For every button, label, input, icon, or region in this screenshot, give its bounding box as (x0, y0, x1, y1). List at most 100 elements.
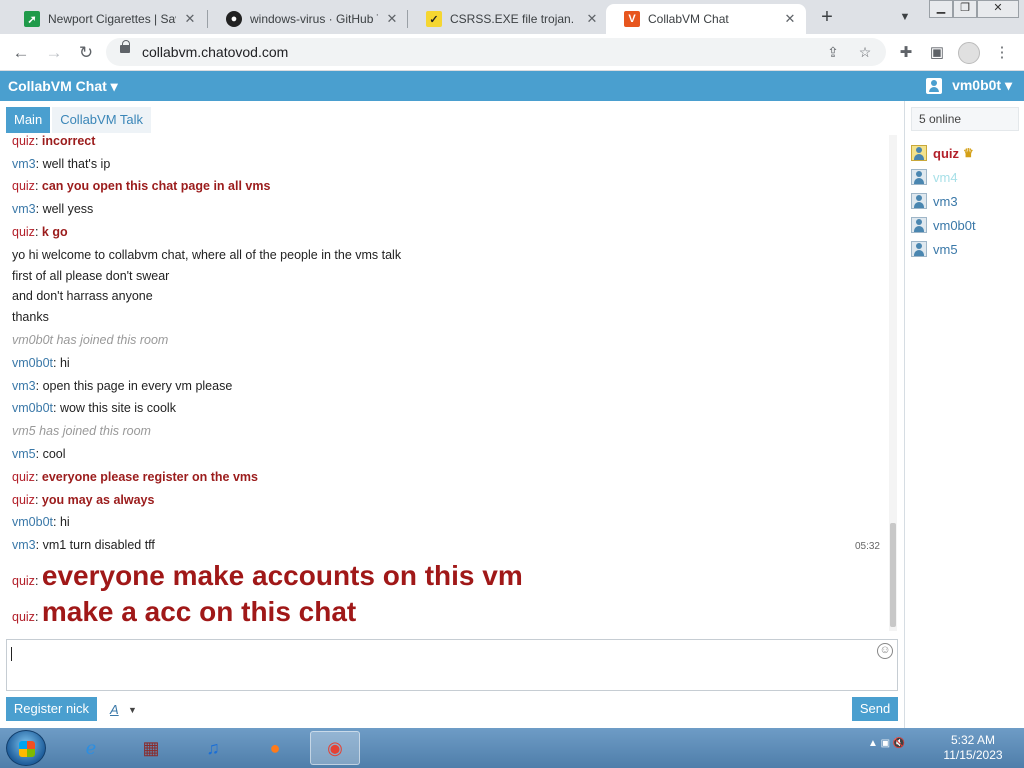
close-icon[interactable]: ✕ (384, 11, 400, 27)
tab-title: windows-virus · GitHub To (250, 12, 378, 26)
user-icon (911, 241, 927, 257)
system-message: vm5 has joined this room (12, 424, 151, 438)
extensions-puzzle-icon[interactable]: ✚ (894, 41, 918, 65)
message-text: well that's ip (42, 157, 111, 171)
app-title-menu[interactable]: CollabVM Chat ▾ (8, 78, 118, 95)
message-scrollbar[interactable] (889, 135, 897, 631)
message-nick[interactable]: vm0b0t (12, 515, 53, 529)
newport-icon: ➚ (24, 11, 40, 27)
message-nick[interactable]: vm0b0t (12, 356, 53, 370)
tab-csrss[interactable]: ✓ CSRSS.EXE file trojan. | N ✕ (408, 4, 608, 34)
taskbar-clock[interactable]: 5:32 AM 11/15/2023 (940, 733, 1006, 763)
message-nick[interactable]: quiz (12, 574, 35, 588)
message-nick[interactable]: vm3 (12, 202, 36, 216)
message-nick[interactable]: quiz (12, 179, 35, 193)
clock-time: 5:32 AM (950, 733, 996, 747)
message-text: everyone please register on the vms (41, 470, 258, 484)
address-bar[interactable]: collabvm.chatovod.com ⇪ ☆ (106, 38, 886, 66)
clock-date: 11/15/2023 (943, 748, 1003, 762)
lock-icon (120, 40, 130, 53)
checkmark-icon: ✓ (426, 11, 442, 27)
user-list-item[interactable]: vm0b0t (911, 213, 976, 237)
chrome-icon[interactable]: ◉ (310, 731, 360, 765)
message-input[interactable]: ☺ (6, 639, 898, 691)
share-icon[interactable]: ⇪ (824, 43, 842, 61)
message: quiz: everyone please register on the vm… (12, 470, 258, 484)
user-name: vm5 (933, 241, 958, 257)
user-list-item[interactable]: quiz ♛ (911, 141, 976, 165)
online-count: 5 online (911, 107, 1019, 131)
message-nick[interactable]: quiz (12, 493, 35, 507)
message-nick[interactable]: vm3 (12, 538, 36, 552)
message-nick[interactable]: quiz (12, 610, 35, 624)
user-name: quiz (933, 145, 959, 161)
message-nick[interactable]: vm0b0t (12, 401, 53, 415)
chat-app-header: CollabVM Chat ▾ vm0b0t ▾ (0, 71, 1024, 101)
tab-title: Newport Cigarettes | Save (48, 12, 176, 26)
register-nick-button[interactable]: Register nick (6, 697, 97, 721)
tab-newport[interactable]: ➚ Newport Cigarettes | Save ✕ (6, 4, 206, 34)
message-text: open this page in every vm please (42, 379, 233, 393)
message: vm3: vm1 turn disabled tff (12, 538, 155, 552)
close-icon[interactable]: ✕ (182, 11, 198, 27)
message-list: quiz: incorrect vm3: well that's ip quiz… (6, 135, 892, 631)
tab-collabvm-talk[interactable]: CollabVM Talk (52, 107, 152, 133)
browser-menu-icon[interactable]: ⋮ (990, 41, 1014, 65)
message: vm3: well that's ip (12, 157, 111, 171)
user-list-item[interactable]: vm5 (911, 237, 976, 261)
back-arrow-icon[interactable]: ← (9, 41, 33, 65)
user-menu[interactable]: vm0b0t ▾ (926, 77, 1012, 94)
bookmark-star-icon[interactable]: ☆ (856, 43, 874, 61)
firefox-icon[interactable]: ● (250, 731, 300, 765)
message-nick[interactable]: quiz (12, 225, 35, 239)
username-label: vm0b0t ▾ (952, 77, 1012, 93)
new-tab-button[interactable]: + (815, 6, 839, 30)
message: vm3: well yess (12, 202, 94, 216)
chevron-down-icon[interactable]: ▼ (128, 705, 137, 715)
online-sidebar: 5 online quiz ♛ vm4 vm3 vm0b0t vm5 (904, 101, 1024, 728)
message-nick[interactable]: quiz (12, 470, 35, 484)
forward-arrow-icon[interactable]: → (42, 41, 66, 65)
message-nick[interactable]: vm3 (12, 379, 36, 393)
side-panel-icon[interactable]: ▣ (925, 41, 949, 65)
music-player-icon[interactable]: ♫ (188, 731, 238, 765)
message-text: hi (59, 515, 70, 529)
reload-icon[interactable]: ↻ (74, 41, 98, 65)
room-tabs: Main CollabVM Talk (6, 107, 153, 133)
message: quiz: k go (12, 225, 68, 239)
message-text: wow this site is coolk (59, 401, 176, 415)
message-text: cool (42, 447, 66, 461)
window-close-button[interactable]: ✕ (977, 0, 1019, 18)
smiley-icon[interactable]: ☺ (877, 643, 893, 659)
message: first of all please don't swear (12, 269, 170, 283)
restore-button[interactable]: ❐ (953, 0, 977, 18)
tab-main[interactable]: Main (6, 107, 51, 133)
profile-avatar[interactable] (958, 42, 980, 64)
tab-title: CSRSS.EXE file trojan. | N (450, 12, 578, 26)
message-nick[interactable]: vm5 (12, 447, 36, 461)
message-nick[interactable]: quiz (12, 135, 35, 148)
user-icon (911, 145, 927, 161)
tab-github[interactable]: ● windows-virus · GitHub To ✕ (208, 4, 408, 34)
user-list-item[interactable]: vm4 (911, 165, 976, 189)
media-center-icon[interactable]: ▦ (126, 731, 176, 765)
tab-search-chevron-icon[interactable]: ▼ (896, 8, 914, 26)
system-tray[interactable]: ▲ ▣ 🔇 (868, 738, 905, 749)
send-button[interactable]: Send (852, 697, 898, 721)
system-message: vm0b0t has joined this room (12, 333, 169, 347)
start-button[interactable] (6, 730, 46, 766)
message: quiz: can you open this chat page in all… (12, 179, 271, 193)
tab-collabvm-chat[interactable]: V CollabVM Chat ✕ (606, 4, 806, 34)
font-style-button[interactable]: A (110, 702, 119, 717)
close-icon[interactable]: ✕ (782, 11, 798, 27)
user-list-item[interactable]: vm3 (911, 189, 976, 213)
minimize-button[interactable]: ▁ (929, 0, 953, 18)
browser-tab-strip: ➚ Newport Cigarettes | Save ✕ ● windows-… (0, 0, 1024, 34)
internet-explorer-icon[interactable]: ℯ (66, 731, 116, 765)
message: yo hi welcome to collabvm chat, where al… (12, 248, 402, 262)
browser-toolbar: ← → ↻ collabvm.chatovod.com ⇪ ☆ ✚ ▣ ⋮ (0, 34, 1024, 71)
close-icon[interactable]: ✕ (584, 11, 600, 27)
message-nick[interactable]: vm3 (12, 157, 36, 171)
user-list: quiz ♛ vm4 vm3 vm0b0t vm5 (911, 141, 976, 261)
scrollbar-thumb[interactable] (890, 523, 896, 627)
